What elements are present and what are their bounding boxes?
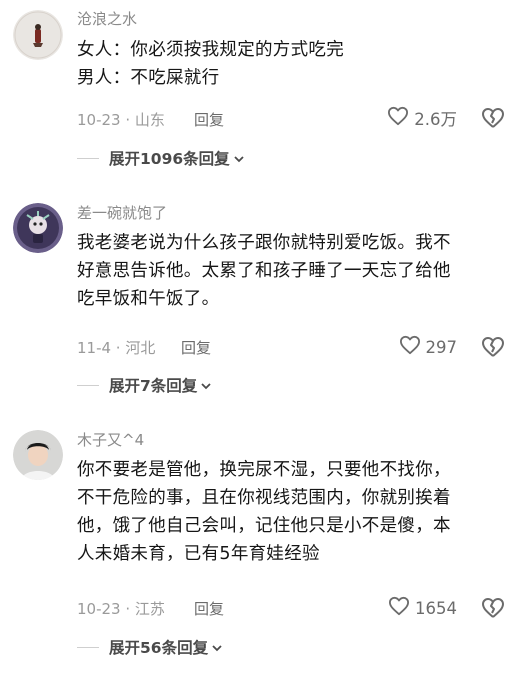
expand-replies[interactable]: 展开7条回复 — [77, 374, 212, 396]
divider — [77, 157, 99, 159]
expand-replies-label: 展开56条回复 — [109, 639, 209, 657]
dislike-button[interactable] — [481, 597, 507, 621]
username[interactable]: 沧浪之水 — [77, 8, 137, 29]
expand-replies[interactable]: 展开56条回复 — [77, 636, 223, 658]
heart-outline-icon — [388, 596, 410, 620]
comment-date-location: 10-23 · 山东 — [77, 111, 165, 129]
chevron-down-icon — [200, 376, 212, 395]
avatar[interactable] — [13, 203, 63, 253]
broken-heart-icon — [481, 108, 505, 133]
comment-text: 女人：你必须按我规定的方式吃完 男人：不吃屎就行 — [77, 40, 344, 88]
reply-button[interactable]: 回复 — [194, 109, 224, 130]
comment-date-location: 10-23 · 江苏 — [77, 600, 165, 618]
heart-outline-icon — [387, 106, 409, 130]
heart-outline-icon — [399, 335, 421, 359]
like-button[interactable]: 297 — [399, 335, 458, 359]
username[interactable]: 木子又^4 — [77, 429, 144, 450]
comment-text: 你不要老是管他，换完尿不湿，只要他不找你， 不干危险的事，且在你视线范围内，你就… — [77, 460, 451, 564]
like-count: 297 — [425, 337, 458, 357]
dislike-button[interactable] — [481, 107, 507, 131]
broken-heart-icon — [481, 337, 505, 362]
reply-button[interactable]: 回复 — [194, 598, 224, 619]
avatar[interactable] — [13, 430, 63, 480]
chevron-down-icon — [233, 149, 245, 168]
username[interactable]: 差一碗就饱了 — [77, 202, 167, 223]
divider — [77, 384, 99, 386]
broken-heart-icon — [481, 598, 505, 623]
avatar[interactable] — [13, 10, 63, 60]
dislike-button[interactable] — [481, 336, 507, 360]
expand-replies-label: 展开1096条回复 — [109, 150, 230, 168]
expand-replies-label: 展开7条回复 — [109, 377, 198, 395]
reply-button[interactable]: 回复 — [181, 337, 211, 358]
like-button[interactable]: 2.6万 — [387, 106, 457, 130]
comment-date-location: 11-4 · 河北 — [77, 339, 156, 357]
like-count: 2.6万 — [414, 110, 457, 129]
chevron-down-icon — [211, 638, 223, 657]
comment-text: 我老婆老说为什么孩子跟你就特别爱吃饭。我不 好意思告诉他。太累了和孩子睡了一天忘… — [77, 233, 451, 309]
expand-replies[interactable]: 展开1096条回复 — [77, 147, 245, 169]
like-count: 1654 — [415, 598, 457, 618]
divider — [77, 646, 99, 648]
like-button[interactable]: 1654 — [388, 596, 457, 620]
